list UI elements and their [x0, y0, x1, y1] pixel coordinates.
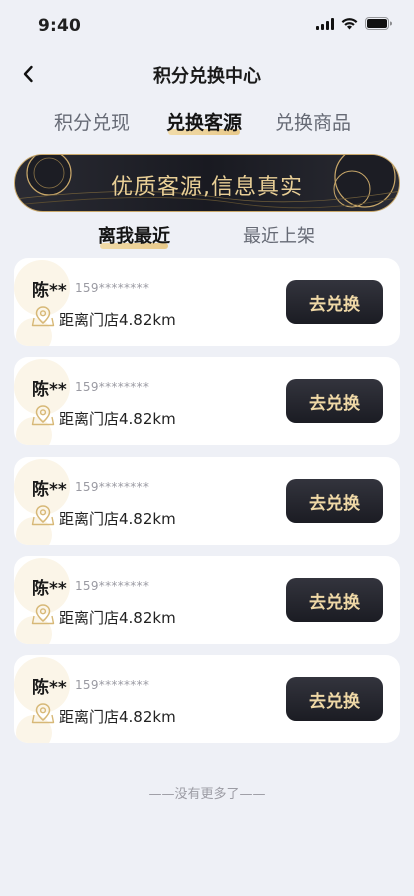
- location-pin-icon: [31, 306, 55, 327]
- page-title: 积分兑换中心: [153, 66, 261, 87]
- status-time: 9:40: [38, 16, 82, 36]
- promo-banner: 优质客源,信息真实: [14, 154, 400, 212]
- wifi-icon: [341, 17, 358, 29]
- distance-text: 距离门店4.82km: [59, 410, 176, 428]
- redeem-button[interactable]: 去兑换: [286, 677, 383, 721]
- customer-card: 陈** 159******** 距离门店4.82km 去兑换: [14, 258, 400, 346]
- location-pin-icon: [31, 703, 55, 724]
- card-watermark: [14, 657, 70, 743]
- card-watermark: [14, 359, 70, 445]
- customer-card: 陈** 159******** 距离门店4.82km 去兑换: [14, 655, 400, 743]
- customer-name: 陈**: [32, 579, 67, 599]
- redeem-button[interactable]: 去兑换: [286, 280, 383, 324]
- customer-phone: 159********: [75, 281, 150, 295]
- sort-nearest[interactable]: 离我最近: [98, 222, 170, 249]
- no-more-text: ——没有更多了——: [148, 787, 266, 802]
- location-pin-icon: [31, 604, 55, 625]
- banner-text: 优质客源,信息真实: [111, 175, 303, 200]
- status-icons: [316, 17, 392, 30]
- cellular-signal-icon: [316, 17, 334, 30]
- sort-newest[interactable]: 最近上架: [243, 222, 315, 248]
- customer-name: 陈**: [32, 380, 67, 400]
- customer-card: 陈** 159******** 距离门店4.82km 去兑换: [14, 357, 400, 445]
- location-pin-icon: [31, 405, 55, 426]
- battery-icon: [365, 17, 392, 30]
- category-tabs: 积分兑现 兑换客源 兑换商品: [0, 104, 414, 140]
- sort-nearest-label: 离我最近: [98, 226, 170, 247]
- customer-phone: 159********: [75, 579, 150, 593]
- distance-text: 距离门店4.82km: [59, 510, 176, 528]
- customer-name: 陈**: [32, 480, 67, 500]
- redeem-button[interactable]: 去兑换: [286, 578, 383, 622]
- customer-phone: 159********: [75, 678, 150, 692]
- sort-tabs: 离我最近 最近上架: [0, 220, 414, 252]
- customer-phone: 159********: [75, 480, 150, 494]
- customer-name: 陈**: [32, 281, 67, 301]
- card-watermark: [14, 558, 70, 644]
- card-watermark: [14, 459, 70, 545]
- distance-text: 距离门店4.82km: [59, 311, 176, 329]
- status-bar: 9:40: [0, 0, 414, 50]
- tab-exchange-goods[interactable]: 兑换商品: [275, 108, 351, 135]
- customer-name: 陈**: [32, 678, 67, 698]
- distance-text: 距离门店4.82km: [59, 708, 176, 726]
- customer-card: 陈** 159******** 距离门店4.82km 去兑换: [14, 457, 400, 545]
- redeem-button[interactable]: 去兑换: [286, 479, 383, 523]
- card-watermark: [14, 260, 70, 346]
- nav-bar: 积分兑换中心: [0, 52, 414, 96]
- tab-label: 兑换客源: [166, 112, 243, 134]
- location-pin-icon: [31, 505, 55, 526]
- customer-card: 陈** 159******** 距离门店4.82km 去兑换: [14, 556, 400, 644]
- customer-phone: 159********: [75, 380, 150, 394]
- redeem-button[interactable]: 去兑换: [286, 379, 383, 423]
- tab-points-cash[interactable]: 积分兑现: [54, 108, 130, 135]
- distance-text: 距离门店4.82km: [59, 609, 176, 627]
- tab-exchange-customers[interactable]: 兑换客源: [166, 108, 242, 135]
